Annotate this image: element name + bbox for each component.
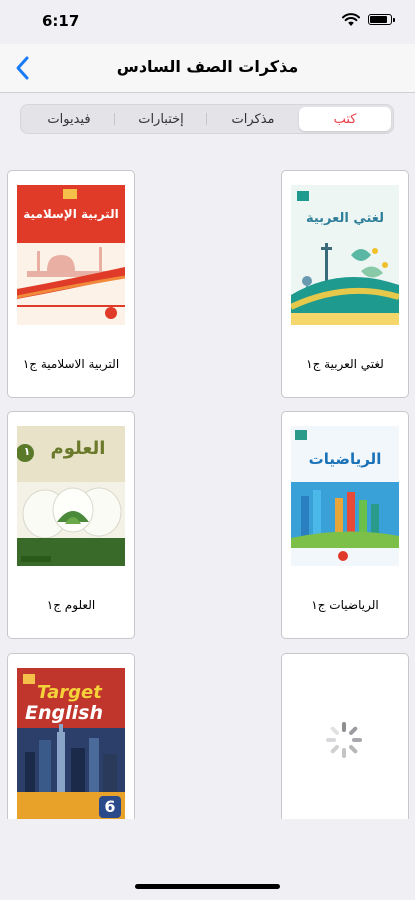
book-cover-science: ١ العلوم (17, 426, 125, 566)
tab-exams[interactable]: إختبارات (115, 107, 207, 131)
book-label-math: الرياضيات ج١ (311, 598, 379, 612)
book-cover-islamic: التربية الإسلامية (17, 185, 125, 325)
loading-spinner-icon (326, 722, 362, 758)
tab-notes[interactable]: مذكرات (207, 107, 299, 131)
book-cover-number: ١ (23, 445, 31, 458)
book-cover-arabic: لغتي العربية (291, 185, 399, 325)
wifi-icon (342, 13, 360, 26)
book-label-islamic: التربية الاسلامية ج١ (22, 357, 120, 371)
book-cover-subtitle: English (25, 702, 103, 724)
book-card-islamic[interactable]: التربية الإسلامية التربية الاسلامية ج١ (7, 170, 135, 398)
book-cover-title: العلوم (50, 438, 106, 459)
book-card-arabic[interactable]: لغتي العربية لغتي العربية ج١ (281, 170, 409, 398)
book-cover-title: التربية الإسلامية (23, 207, 119, 221)
book-cover-number: 6 (104, 797, 116, 816)
category-segmented-control: كتب مذكرات إختبارات فيديوات (20, 104, 394, 134)
book-cover-title: لغتي العربية (305, 211, 385, 226)
home-indicator (135, 884, 280, 889)
tab-videos[interactable]: فيديوات (23, 107, 115, 131)
status-bar: 6:17 (0, 0, 415, 44)
page-title: مذكرات الصف السادس (116, 57, 299, 76)
navigation-bar: مذكرات الصف السادس (0, 44, 415, 93)
book-cover-math: الرياضيات (291, 426, 399, 566)
book-label-arabic: لغتي العربية ج١ (306, 357, 384, 371)
book-cover-title: Target (37, 682, 102, 703)
book-card-loading[interactable] (281, 653, 409, 819)
book-label-science: العلوم ج١ (46, 598, 96, 612)
book-cover-title: الرياضيات (308, 450, 382, 468)
book-cover-english: Target English 6 (17, 668, 125, 819)
status-time: 6:17 (42, 12, 80, 30)
battery-icon (368, 14, 395, 25)
book-card-english[interactable]: Target English 6 (7, 653, 135, 819)
tab-books[interactable]: كتب (299, 107, 391, 131)
book-card-math[interactable]: الرياضيات الرياضيات ج١ (281, 411, 409, 639)
book-card-science[interactable]: ١ العلوم العلوم ج١ (7, 411, 135, 639)
